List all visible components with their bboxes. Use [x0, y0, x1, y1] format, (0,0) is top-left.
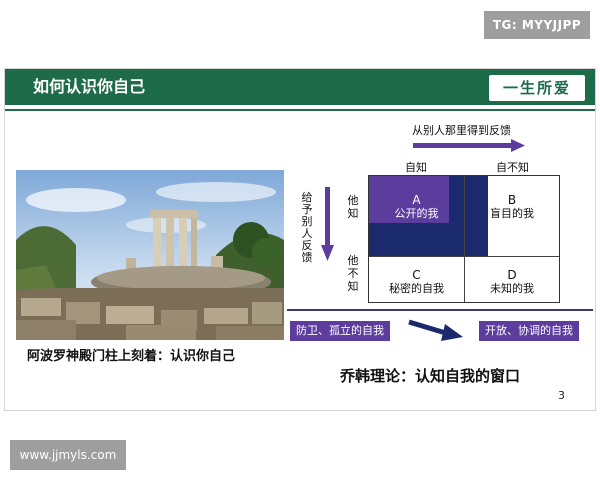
brand-badge: 一生所爱	[489, 75, 585, 101]
cell-b: B 盲目的我	[465, 193, 559, 221]
temple-photo	[16, 170, 284, 340]
diagonal-arrow-icon	[408, 319, 463, 341]
photo-caption: 阿波罗神殿门柱上刻着：认识你自己	[27, 349, 236, 364]
cell-c-text: 秘密的自我	[389, 282, 444, 295]
cell-b-letter: B	[507, 193, 517, 207]
cell-a-text: 公开的我	[394, 207, 439, 220]
johari-window-grid: A 公开的我 B 盲目的我 C 秘密的自我 D 未知的我	[368, 175, 560, 303]
page-number: 3	[558, 389, 565, 402]
top-arrow-label: 从别人那里得到反馈	[412, 124, 511, 137]
header-underline	[5, 109, 595, 111]
slide: 如何认识你自己 一生所爱 阿波罗神殿门柱上刻着：认识你自己 从别人那里得到反馈 …	[4, 68, 596, 411]
section-divider	[287, 309, 593, 311]
col-label-self-unknown: 自不知	[496, 161, 529, 174]
cell-a: A 公开的我	[369, 193, 464, 221]
cell-c: C 秘密的自我	[369, 268, 464, 296]
open-self-tag: 开放、协调的自我	[479, 321, 579, 341]
cell-a-letter: A	[412, 193, 421, 207]
johari-caption: 乔韩理论：认知自我的窗口	[340, 367, 521, 385]
cell-d: D 未知的我	[465, 268, 559, 296]
header-bar: 如何认识你自己 一生所爱	[5, 69, 595, 105]
defensive-self-tag: 防卫、孤立的自我	[290, 321, 390, 341]
right-arrow-icon	[413, 139, 525, 152]
telegram-watermark: TG: MYYJJPP	[484, 11, 590, 39]
cell-b-text: 盲目的我	[490, 207, 534, 220]
cell-c-letter: C	[412, 268, 421, 282]
col-label-self-known: 自知	[405, 161, 427, 174]
row-label-others-know: 他知	[347, 194, 359, 220]
cell-d-letter: D	[507, 268, 517, 282]
slide-title: 如何认识你自己	[33, 77, 146, 96]
row-label-others-unknown: 他不知	[347, 254, 359, 293]
down-arrow-icon	[321, 187, 334, 261]
grid-divider-horizontal	[369, 256, 559, 257]
left-arrow-label: 给予别人反馈	[301, 191, 313, 264]
cell-d-text: 未知的我	[490, 282, 534, 295]
website-watermark: www.jjmyls.com	[10, 440, 126, 470]
